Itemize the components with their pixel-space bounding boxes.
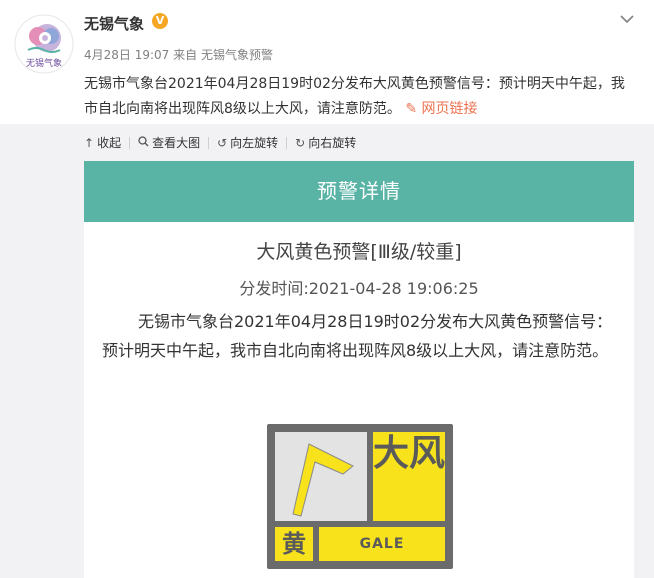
web-link[interactable]: ✎ 网页链接: [405, 101, 477, 117]
rotate-right-label: 向右旋转: [308, 136, 357, 150]
warning-title: 大风黄色预警[Ⅲ级/较重]: [256, 241, 462, 263]
issue-time: 分发时间:2021-04-28 19:06:25: [239, 279, 479, 298]
flag-panel: [275, 432, 367, 521]
image-toolbar: ↑ 收起 查看大图 ↺ 向左旋转 ↻ 向右旋转: [84, 134, 356, 151]
post-source[interactable]: 无锡气象预警: [201, 48, 273, 62]
rotate-left-button[interactable]: ↺ 向左旋转: [217, 134, 278, 151]
wind-flag-icon: [292, 443, 354, 517]
verified-badge-icon: V: [152, 13, 168, 29]
weather-logo-icon: 无锡气象: [14, 14, 74, 74]
gale-yellow-signal: 大风 黄 GALE: [267, 424, 453, 569]
toolbar-divider: [208, 136, 210, 149]
chevron-down-icon[interactable]: [620, 12, 634, 28]
post-meta: 4月28日 19:07 来自 无锡气象预警: [84, 46, 273, 63]
arrow-up-icon: ↑: [84, 135, 95, 150]
post-date[interactable]: 4月28日 19:07: [84, 48, 169, 62]
post-body: 无锡市气象台2021年04月28日19时02分发布大风黄色预警信号：预计明天中午…: [84, 76, 625, 117]
link-icon: ✎: [405, 101, 418, 117]
web-link-label: 网页链接: [421, 101, 478, 117]
toolbar-divider: [129, 136, 131, 149]
collapse-label: 收起: [97, 136, 122, 150]
card-header: 预警详情: [84, 161, 634, 222]
yellow-level-character: 黄: [275, 527, 313, 561]
avatar-caption: 无锡气象: [26, 57, 62, 69]
warning-body: 无锡市气象台2021年04月28日19时02分发布大风黄色预警信号：预计明天中午…: [102, 312, 613, 360]
search-icon: [138, 135, 149, 150]
account-name[interactable]: 无锡气象: [84, 13, 144, 34]
gale-english-label: GALE: [319, 527, 445, 561]
toolbar-divider: [286, 136, 288, 149]
warning-detail-image[interactable]: 预警详情 大风黄色预警[Ⅲ级/较重] 分发时间:2021-04-28 19:06…: [84, 161, 634, 578]
rotate-right-icon: ↻: [295, 135, 306, 150]
rotate-left-icon: ↺: [217, 135, 228, 150]
avatar[interactable]: 无锡气象: [14, 14, 74, 74]
view-large-label: 查看大图: [152, 136, 201, 150]
view-large-button[interactable]: 查看大图: [138, 134, 200, 151]
post-text: 无锡市气象台2021年04月28日19时02分发布大风黄色预警信号：预计明天中午…: [84, 72, 636, 122]
source-prefix: 来自: [173, 48, 198, 62]
rotate-right-button[interactable]: ↻ 向右旋转: [295, 134, 356, 151]
rotate-left-label: 向左旋转: [230, 136, 279, 150]
collapse-button[interactable]: ↑ 收起: [84, 134, 121, 151]
gale-character: 大风: [373, 432, 445, 521]
